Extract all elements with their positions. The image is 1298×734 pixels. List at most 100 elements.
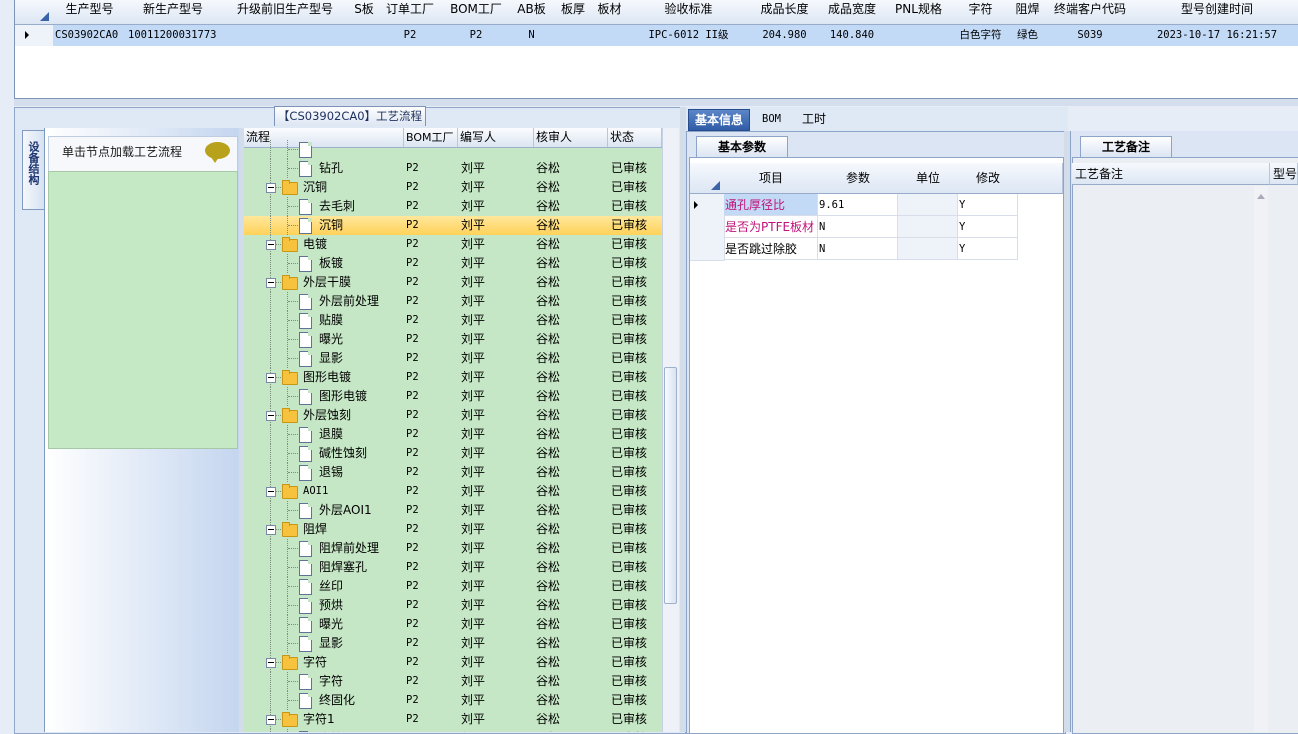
col-header-15[interactable]: 终端客户代码 (1045, 0, 1136, 25)
col-header-6[interactable]: AB板 (510, 0, 554, 25)
col-header-14[interactable]: 阻焊 (1010, 0, 1046, 25)
param-cell-modify[interactable]: Y (958, 194, 1018, 216)
param-cell-modify[interactable]: Y (958, 238, 1018, 260)
tree-folder-row[interactable]: 字符1 P2 刘平 谷松 已审核 (244, 710, 662, 729)
collapse-icon[interactable] (266, 183, 276, 193)
grid-cell[interactable]: 204.980 (751, 25, 819, 46)
param-cell-modify[interactable]: Y (958, 216, 1018, 238)
tree-row[interactable]: 字符 P2 刘平 谷松 已审核 (244, 672, 662, 691)
param-row-selector[interactable] (690, 216, 725, 239)
tab-work-hours[interactable]: 工时 (796, 109, 832, 129)
tree-row[interactable]: 退锡 P2 刘平 谷松 已审核 (244, 463, 662, 482)
notes-col-header[interactable]: 工艺备注 (1072, 163, 1270, 185)
col-header-8[interactable]: 板材 (593, 0, 627, 25)
param-cell-unit[interactable] (898, 194, 958, 216)
collapse-icon[interactable] (266, 525, 276, 535)
tree-folder-row[interactable]: 沉铜 P2 刘平 谷松 已审核 (244, 178, 662, 197)
grid-cell[interactable] (593, 25, 627, 46)
tree-folder-row[interactable]: 字符 P2 刘平 谷松 已审核 (244, 653, 662, 672)
col-header-7[interactable]: 板厚 (553, 0, 594, 25)
col-header-9[interactable]: 验收标准 (626, 0, 752, 25)
col-header-2[interactable]: 升级前旧生产型号 (220, 0, 351, 25)
param-cell-item[interactable]: 通孔厚径比 (724, 194, 818, 216)
param-col-header-0[interactable]: 项目 (724, 163, 819, 194)
tree-row[interactable]: 沉铜 P2 刘平 谷松 已审核 (244, 216, 662, 235)
tree-row[interactable]: 曝光 P2 刘平 谷松 已审核 (244, 615, 662, 634)
grid-cell[interactable] (350, 25, 379, 46)
param-cell-value[interactable]: 9.61 (818, 194, 898, 216)
param-col-header-2[interactable]: 单位 (898, 163, 959, 194)
param-row-selector[interactable] (690, 238, 725, 261)
col-header-0[interactable]: 生产型号 (53, 0, 127, 25)
col-header-1[interactable]: 新生产型号 (126, 0, 221, 25)
tree-folder-row[interactable]: 外层干膜 P2 刘平 谷松 已审核 (244, 273, 662, 292)
side-tab-equipment[interactable]: 设备结构 (22, 130, 44, 210)
tab-bom[interactable]: BOM (756, 109, 787, 129)
tree-row[interactable]: 外层前处理 P2 刘平 谷松 已审核 (244, 292, 662, 311)
tree-row[interactable]: 板镀 P2 刘平 谷松 已审核 (244, 254, 662, 273)
grid-cell[interactable]: 白色字符 (951, 25, 1011, 46)
grid-cell[interactable]: S039 (1045, 25, 1136, 46)
grid-cell[interactable]: P2 (378, 25, 443, 46)
tree-folder-row[interactable]: 电镀 P2 刘平 谷松 已审核 (244, 235, 662, 254)
tree-row[interactable]: 曝光 P2 刘平 谷松 已审核 (244, 330, 662, 349)
param-cell-item[interactable]: 是否为PTFE板材 (724, 216, 818, 238)
collapse-icon[interactable] (266, 240, 276, 250)
node-list[interactable] (48, 171, 238, 449)
tree-row[interactable]: 终固化 P2 刘平 谷松 已审核 (244, 691, 662, 710)
collapse-icon[interactable] (266, 278, 276, 288)
grid-cell[interactable]: 10011200031773 (126, 25, 223, 46)
tree-row[interactable]: 外层AOI1 P2 刘平 谷松 已审核 (244, 501, 662, 520)
grid-cell[interactable]: 140.840 (818, 25, 887, 46)
param-cell-item[interactable]: 是否跳过除胶 (724, 238, 818, 260)
tree-row[interactable] (244, 140, 662, 159)
notes-scrollbar[interactable] (1254, 186, 1268, 732)
collapse-icon[interactable] (266, 411, 276, 421)
tree-row[interactable]: 阻焊前处理 P2 刘平 谷松 已审核 (244, 539, 662, 558)
tree-row[interactable]: 钻孔 P2 刘平 谷松 已审核 (244, 159, 662, 178)
row-selector-icon[interactable] (15, 25, 54, 46)
grid-cell[interactable]: 绿色 (1010, 25, 1046, 46)
grid-cell[interactable]: P2 (442, 25, 511, 46)
tree-row[interactable]: 碱性蚀刻 P2 刘平 谷松 已审核 (244, 444, 662, 463)
grid-cell[interactable] (220, 25, 351, 46)
col-header-16[interactable]: 型号创建时间 (1135, 0, 1298, 25)
param-cell-value[interactable]: N (818, 238, 898, 260)
tree-row[interactable]: 显影 P2 刘平 谷松 已审核 (244, 634, 662, 653)
tree-row[interactable]: 丝印 P2 刘平 谷松 已审核 (244, 577, 662, 596)
tree-row[interactable]: 显影 P2 刘平 谷松 已审核 (244, 349, 662, 368)
param-col-header-1[interactable]: 参数 (818, 163, 899, 194)
param-row-selector[interactable] (690, 194, 725, 217)
grid-cell[interactable] (553, 25, 594, 46)
tree-row[interactable]: 图形电镀 P2 刘平 谷松 已审核 (244, 387, 662, 406)
tree-row[interactable]: 预烘 P2 刘平 谷松 已审核 (244, 596, 662, 615)
grid-cell[interactable] (886, 25, 952, 46)
collapse-icon[interactable] (266, 373, 276, 383)
col-header-10[interactable]: 成品长度 (751, 0, 819, 25)
param-cell-unit[interactable] (898, 216, 958, 238)
grid-cell[interactable]: CS03902CA0 (53, 25, 129, 46)
collapse-icon[interactable] (266, 487, 276, 497)
col-header-4[interactable]: 订单工厂 (378, 0, 443, 25)
collapse-icon[interactable] (266, 715, 276, 725)
tree-folder-row[interactable]: 外层蚀刻 P2 刘平 谷松 已审核 (244, 406, 662, 425)
tree-folder-row[interactable]: 图形电镀 P2 刘平 谷松 已审核 (244, 368, 662, 387)
tree-row[interactable]: 退膜 P2 刘平 谷松 已审核 (244, 425, 662, 444)
model-col-header[interactable]: 型号 (1270, 163, 1298, 185)
grid-cell[interactable]: N (510, 25, 554, 46)
col-header-5[interactable]: BOM工厂 (442, 0, 511, 25)
tree-row[interactable]: 贴膜 P2 刘平 谷松 已审核 (244, 311, 662, 330)
horizontal-splitter[interactable] (14, 99, 1298, 106)
grid-cell[interactable]: IPC-6012 II级 (626, 25, 752, 46)
tab-basic-info[interactable]: 基本信息 (688, 109, 751, 131)
tree-folder-row[interactable]: AOI1 P2 刘平 谷松 已审核 (244, 482, 662, 501)
col-header-3[interactable]: S板 (350, 0, 379, 25)
tree-row[interactable]: 阻焊塞孔 P2 刘平 谷松 已审核 (244, 558, 662, 577)
param-cell-unit[interactable] (898, 238, 958, 260)
grid-cell[interactable]: 2023-10-17 16:21:57 (1135, 25, 1298, 46)
tree-folder-row[interactable]: 阻焊 P2 刘平 谷松 已审核 (244, 520, 662, 539)
scrollbar-thumb[interactable] (664, 367, 677, 604)
param-cell-value[interactable]: N (818, 216, 898, 238)
param-col-header-3[interactable]: 修改 (958, 163, 1019, 194)
tree-row[interactable]: 去毛刺 P2 刘平 谷松 已审核 (244, 197, 662, 216)
